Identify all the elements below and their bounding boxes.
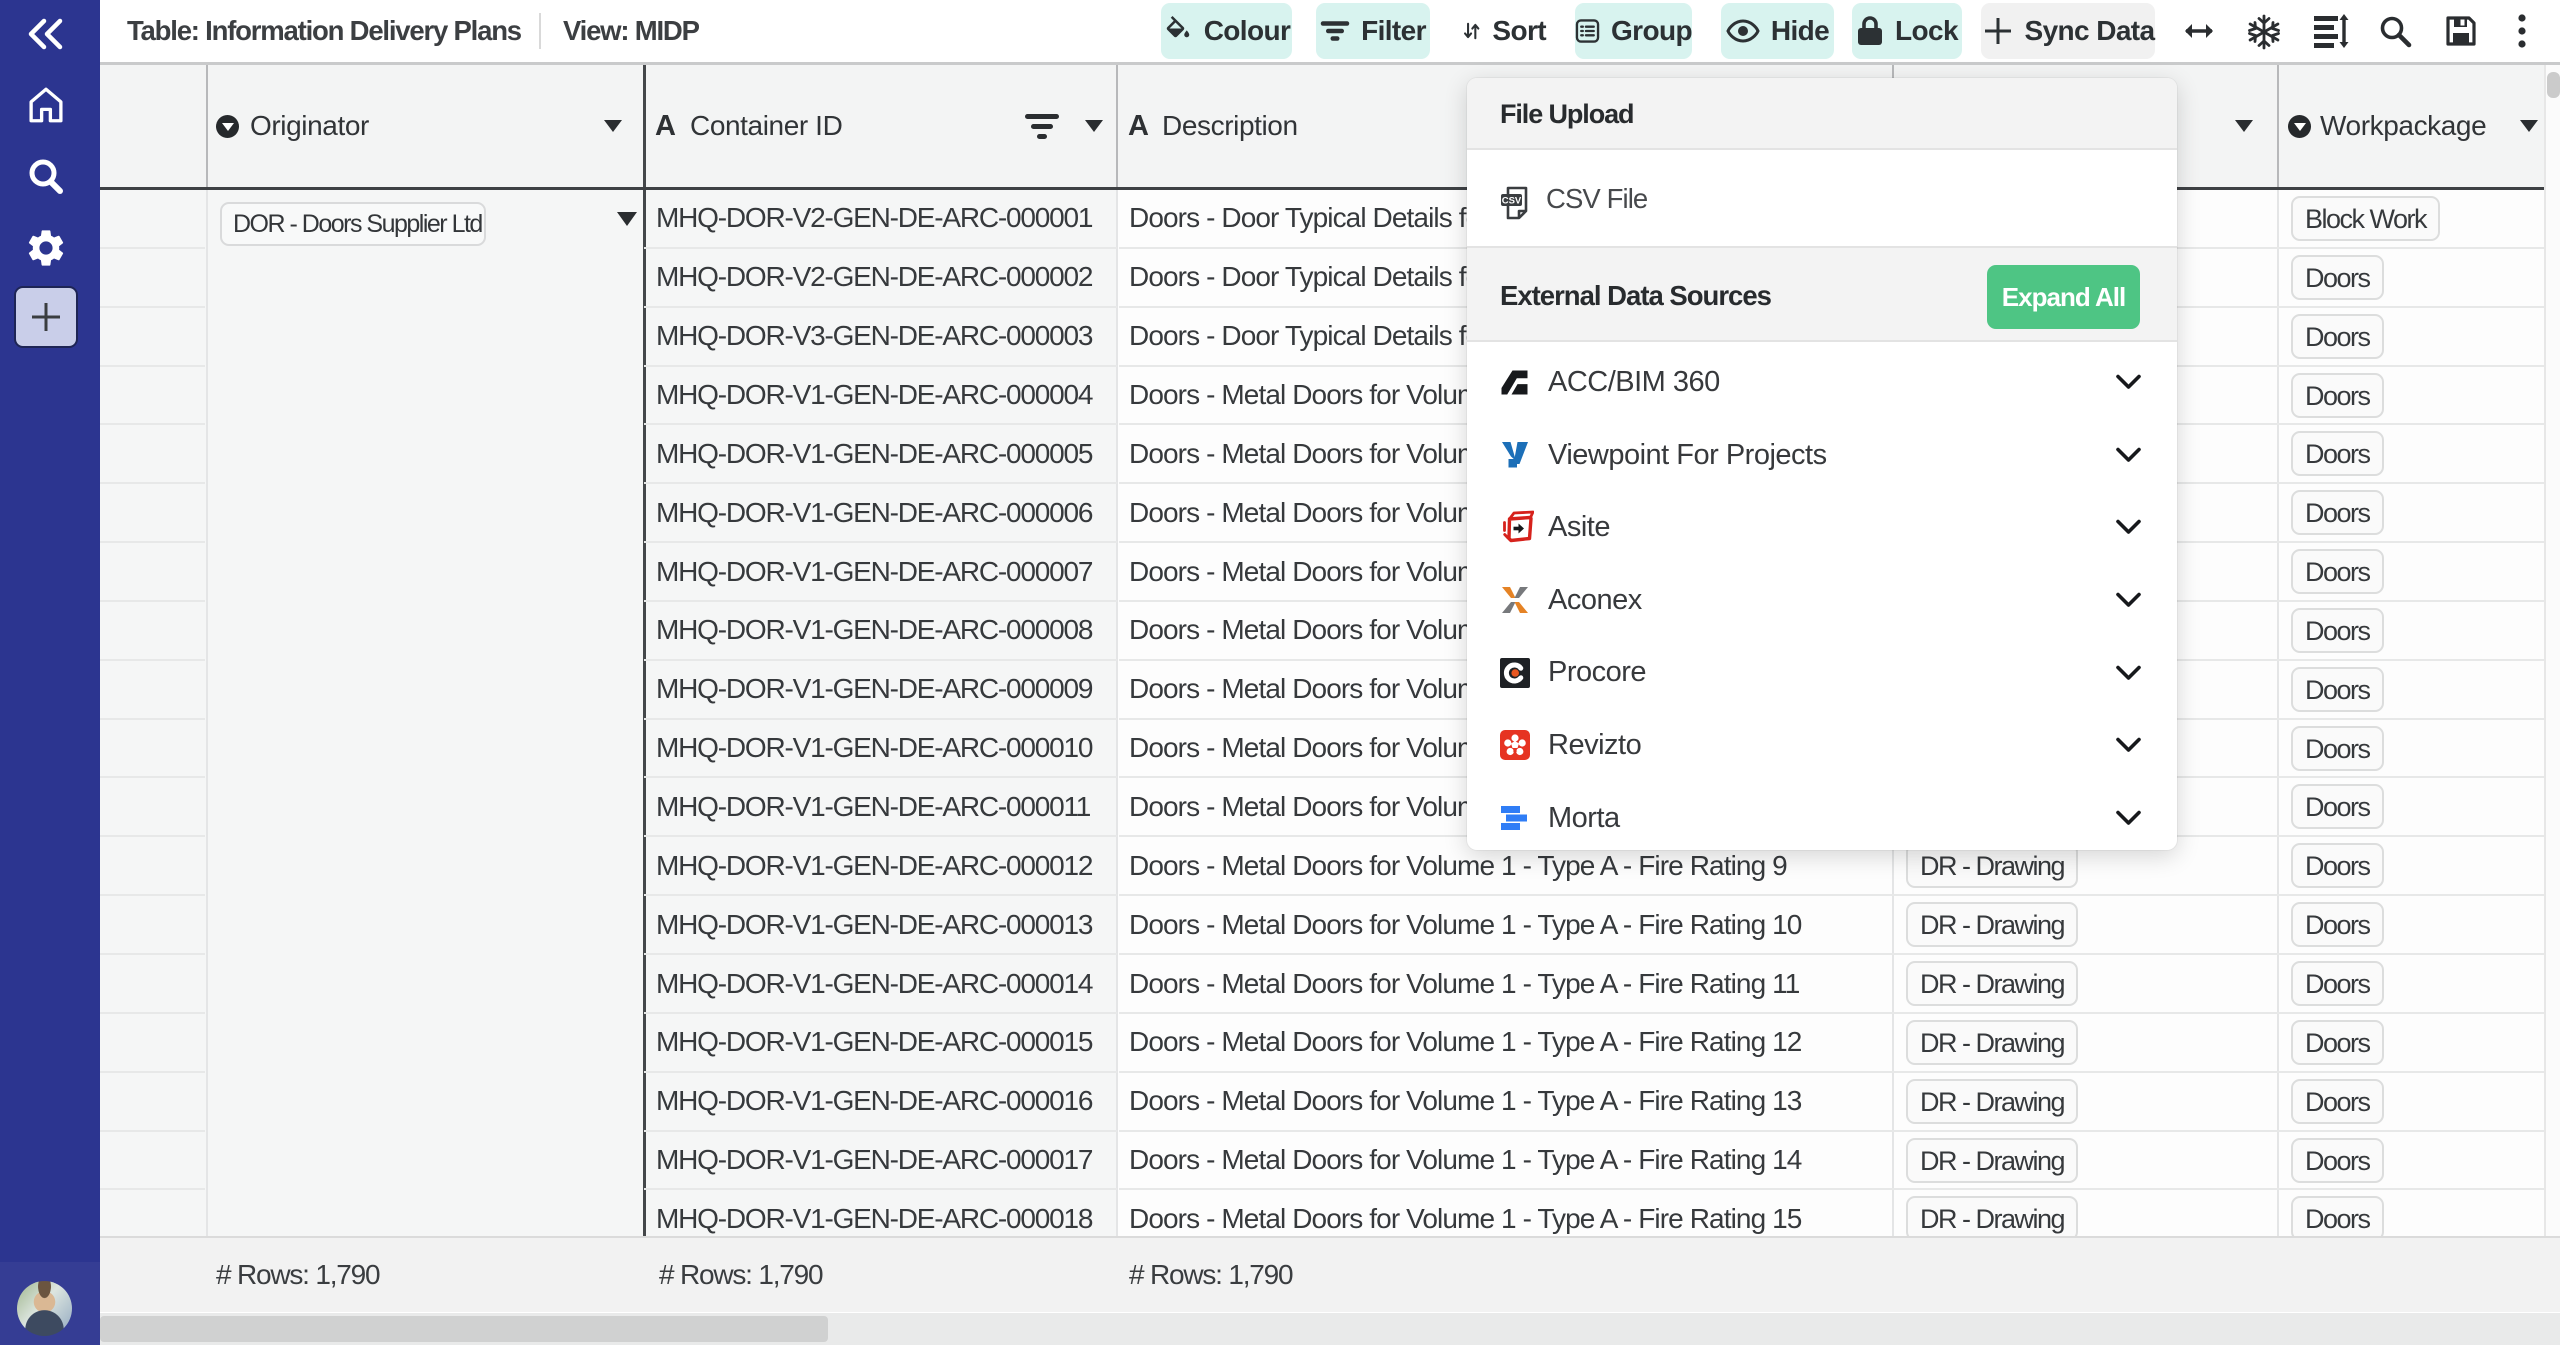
svg-text:CSV: CSV: [1502, 196, 1522, 207]
